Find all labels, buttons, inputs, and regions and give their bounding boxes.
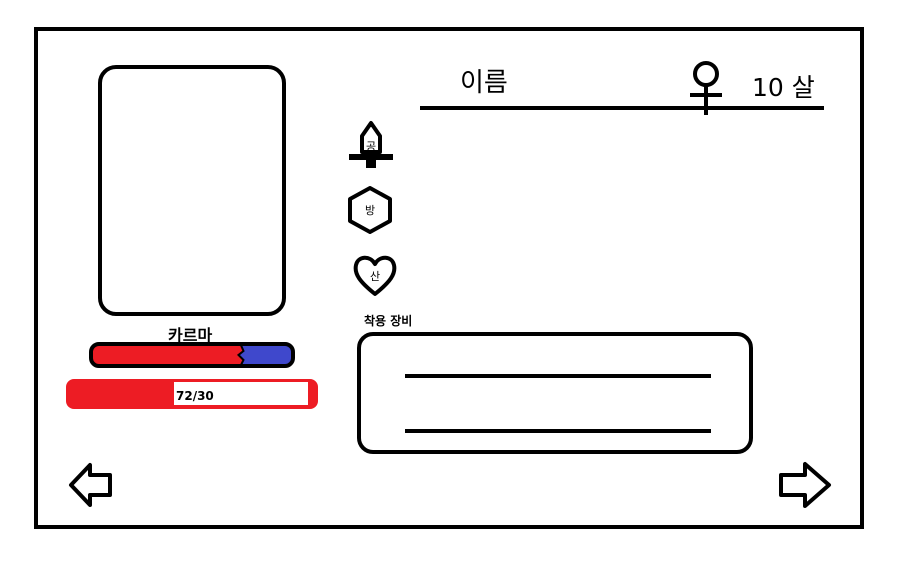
female-symbol-icon bbox=[686, 60, 726, 116]
attack-stat: 공 bbox=[346, 120, 396, 170]
character-portrait bbox=[98, 65, 286, 316]
name-underline bbox=[420, 106, 824, 110]
hexagon-icon: 방 bbox=[348, 186, 392, 234]
sanity-stat: 산 bbox=[352, 252, 402, 302]
sword-icon: 공 bbox=[349, 121, 393, 168]
equipment-label: 착용 장비 bbox=[364, 314, 413, 328]
right-arrow-icon bbox=[779, 462, 831, 508]
heart-icon: 산 bbox=[353, 255, 397, 296]
prev-page-button[interactable] bbox=[68, 461, 116, 513]
sanity-stat-label: 산 bbox=[370, 270, 380, 283]
hp-value: 72/30 bbox=[176, 389, 214, 403]
age-value: 10 살 bbox=[752, 73, 815, 102]
left-arrow-icon bbox=[69, 463, 112, 507]
equipment-slot-1[interactable] bbox=[405, 374, 711, 378]
name-label: 이름 bbox=[460, 68, 508, 98]
attack-stat-label: 공 bbox=[366, 140, 376, 153]
equipment-panel bbox=[357, 332, 753, 454]
defense-stat: 방 bbox=[346, 186, 396, 236]
next-page-button[interactable] bbox=[777, 461, 833, 513]
equipment-slot-2[interactable] bbox=[405, 429, 711, 433]
karma-bar bbox=[89, 342, 295, 368]
defense-stat-label: 방 bbox=[365, 204, 375, 217]
